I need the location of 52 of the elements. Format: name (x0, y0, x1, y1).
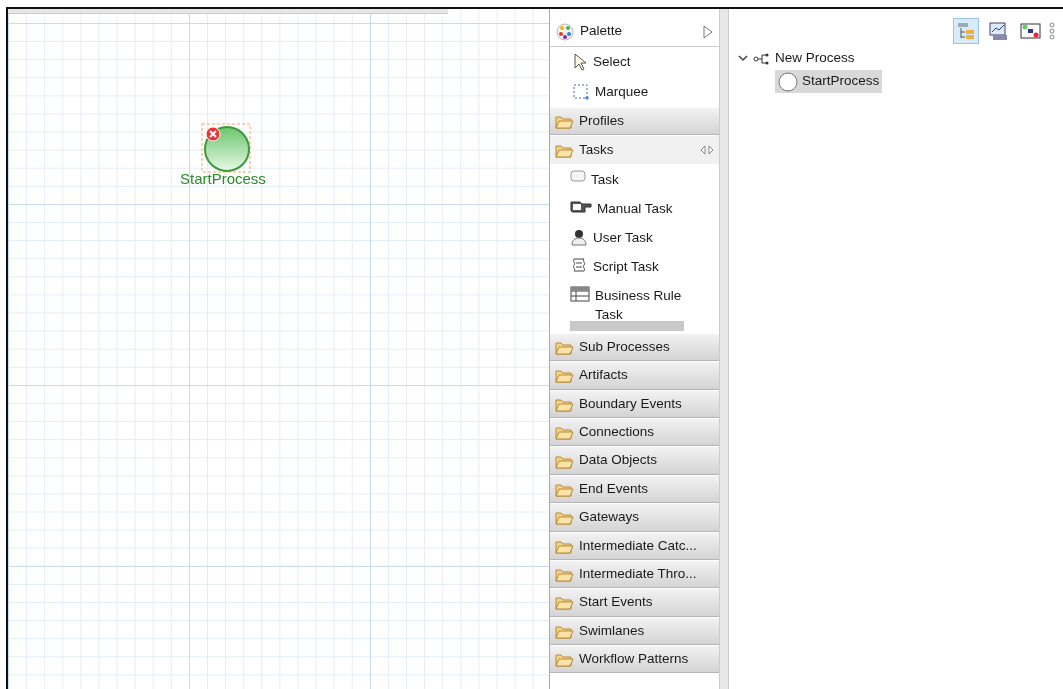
scroll-icon (570, 256, 588, 275)
circle-icon (778, 71, 798, 92)
palette-drawer[interactable]: End Events (550, 474, 719, 504)
palette-drawer[interactable]: Intermediate Catc... (550, 531, 719, 560)
scroll-down-button[interactable] (570, 320, 684, 331)
palette-tool[interactable]: Script Task (550, 250, 719, 280)
palette-drawer[interactable]: Sub Processes (550, 332, 719, 362)
user-icon (570, 227, 588, 246)
palette-drawer[interactable]: Profiles (550, 107, 719, 136)
palette-tool[interactable]: Marquee (550, 77, 719, 107)
palette-header[interactable]: Palette (550, 17, 719, 47)
folder-icon (555, 424, 574, 441)
folder-icon (555, 651, 574, 668)
folder-icon (555, 509, 574, 526)
palette-tool[interactable]: User Task (550, 221, 719, 251)
hand-icon (570, 198, 592, 213)
folder-icon (555, 142, 574, 159)
chart-icon (987, 21, 1009, 41)
marquee-icon (572, 83, 590, 101)
folder-icon (555, 566, 574, 583)
palette-tool[interactable]: Manual Task (550, 192, 719, 222)
palette-drawer[interactable]: Data Objects (550, 446, 719, 475)
palette-drawer[interactable]: Boundary Events (550, 389, 719, 418)
palette-drawer[interactable]: Connections (550, 417, 719, 447)
palette-drawer[interactable]: Artifacts (550, 361, 719, 390)
panel-sash[interactable] (720, 9, 729, 689)
palette-drawer[interactable]: Swimlanes (550, 616, 719, 646)
view-menu-button[interactable] (1049, 22, 1055, 40)
palette-drawer[interactable]: Gateways (550, 503, 719, 532)
tree-icon (955, 21, 977, 41)
node-label: StartProcess (180, 169, 266, 189)
tree-view-button[interactable] (953, 18, 979, 44)
palette-tool[interactable]: Business Rule Task (550, 279, 719, 321)
menu-icon (1049, 22, 1055, 40)
triangle-icon (703, 24, 713, 39)
folder-icon (555, 113, 574, 130)
tree-item[interactable]: StartProcess (775, 70, 883, 93)
table-icon (570, 285, 590, 302)
folder-icon (555, 367, 574, 384)
folder-icon (555, 594, 574, 611)
palette-icon (556, 22, 574, 41)
task-icon (570, 169, 586, 182)
palette-tool[interactable]: Select (550, 47, 719, 77)
process-icon (753, 52, 771, 65)
pointer-icon (572, 53, 588, 71)
tree-item[interactable]: New Process (753, 47, 855, 70)
palette-drawer[interactable]: Tasks (550, 135, 719, 164)
palette-drawer[interactable]: Workflow Patterns (550, 645, 719, 674)
palette-tool[interactable]: Task (550, 163, 719, 193)
diagram-icon (1019, 21, 1041, 41)
palette-drawer[interactable]: Intermediate Thro... (550, 559, 719, 589)
palette-drawer[interactable]: Start Events (550, 588, 719, 617)
